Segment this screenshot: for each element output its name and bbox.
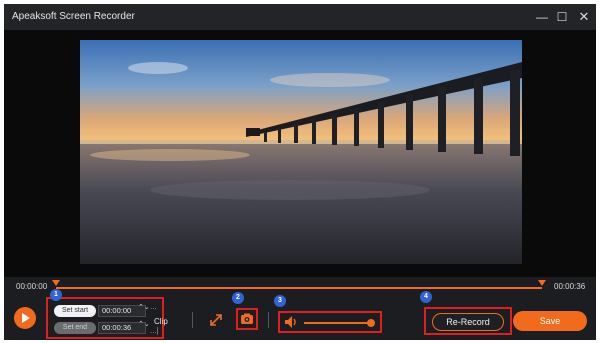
camera-icon[interactable]: [238, 310, 256, 328]
volume-slider[interactable]: [304, 322, 371, 324]
preview-area: [4, 30, 596, 277]
volume-highlight: [278, 311, 382, 333]
video-frame-pier-sunset: [80, 40, 522, 264]
app-title: Apeaksoft Screen Recorder: [12, 11, 135, 22]
video-preview[interactable]: [80, 40, 522, 264]
step-badge-1: 1: [50, 289, 62, 301]
clip-bracket-top: ...: [150, 302, 157, 311]
set-start-button[interactable]: Set start: [54, 305, 96, 317]
play-button[interactable]: [14, 307, 36, 329]
rerecord-highlight: Re-Record: [424, 307, 512, 335]
clip-bracket-bottom: ...|: [150, 326, 159, 335]
step-badge-4: 4: [420, 291, 432, 303]
close-button[interactable]: ✕: [574, 7, 594, 27]
set-end-button[interactable]: Set end: [54, 322, 96, 334]
timeline-end-time: 00:00:36: [554, 282, 586, 291]
rerecord-button[interactable]: Re-Record: [432, 313, 504, 331]
trim-end-handle[interactable]: [538, 280, 546, 286]
timeline-track[interactable]: [56, 287, 542, 289]
trim-start-handle[interactable]: [52, 280, 60, 286]
step-badge-3: 3: [274, 295, 286, 307]
clip-button[interactable]: Clip: [154, 317, 168, 326]
save-button[interactable]: Save: [513, 311, 587, 331]
speaker-icon[interactable]: [283, 314, 299, 330]
volume-slider-knob[interactable]: [367, 319, 375, 327]
clip-controls-highlight: Set start 00:00:00 ⌃⌄ Set end 00:00:36 ⌃…: [46, 297, 164, 339]
recorder-window: Apeaksoft Screen Recorder — ☐ ✕ 00:00:00…: [4, 4, 596, 340]
snapshot-highlight: [236, 308, 258, 330]
title-bar: Apeaksoft Screen Recorder — ☐ ✕: [4, 4, 596, 30]
maximize-button[interactable]: ☐: [552, 7, 572, 27]
start-time-spinner[interactable]: ⌃⌄: [138, 304, 150, 311]
timeline-start-time: 00:00:00: [16, 282, 48, 291]
timeline: 00:00:00 00:00:36: [4, 277, 596, 297]
toolbar-divider: [192, 312, 193, 328]
end-time-spinner[interactable]: ⌃⌄: [138, 321, 150, 328]
expand-icon[interactable]: [209, 313, 223, 327]
step-badge-2: 2: [232, 292, 244, 304]
minimize-button[interactable]: —: [532, 7, 552, 27]
toolbar-divider: [268, 312, 269, 328]
